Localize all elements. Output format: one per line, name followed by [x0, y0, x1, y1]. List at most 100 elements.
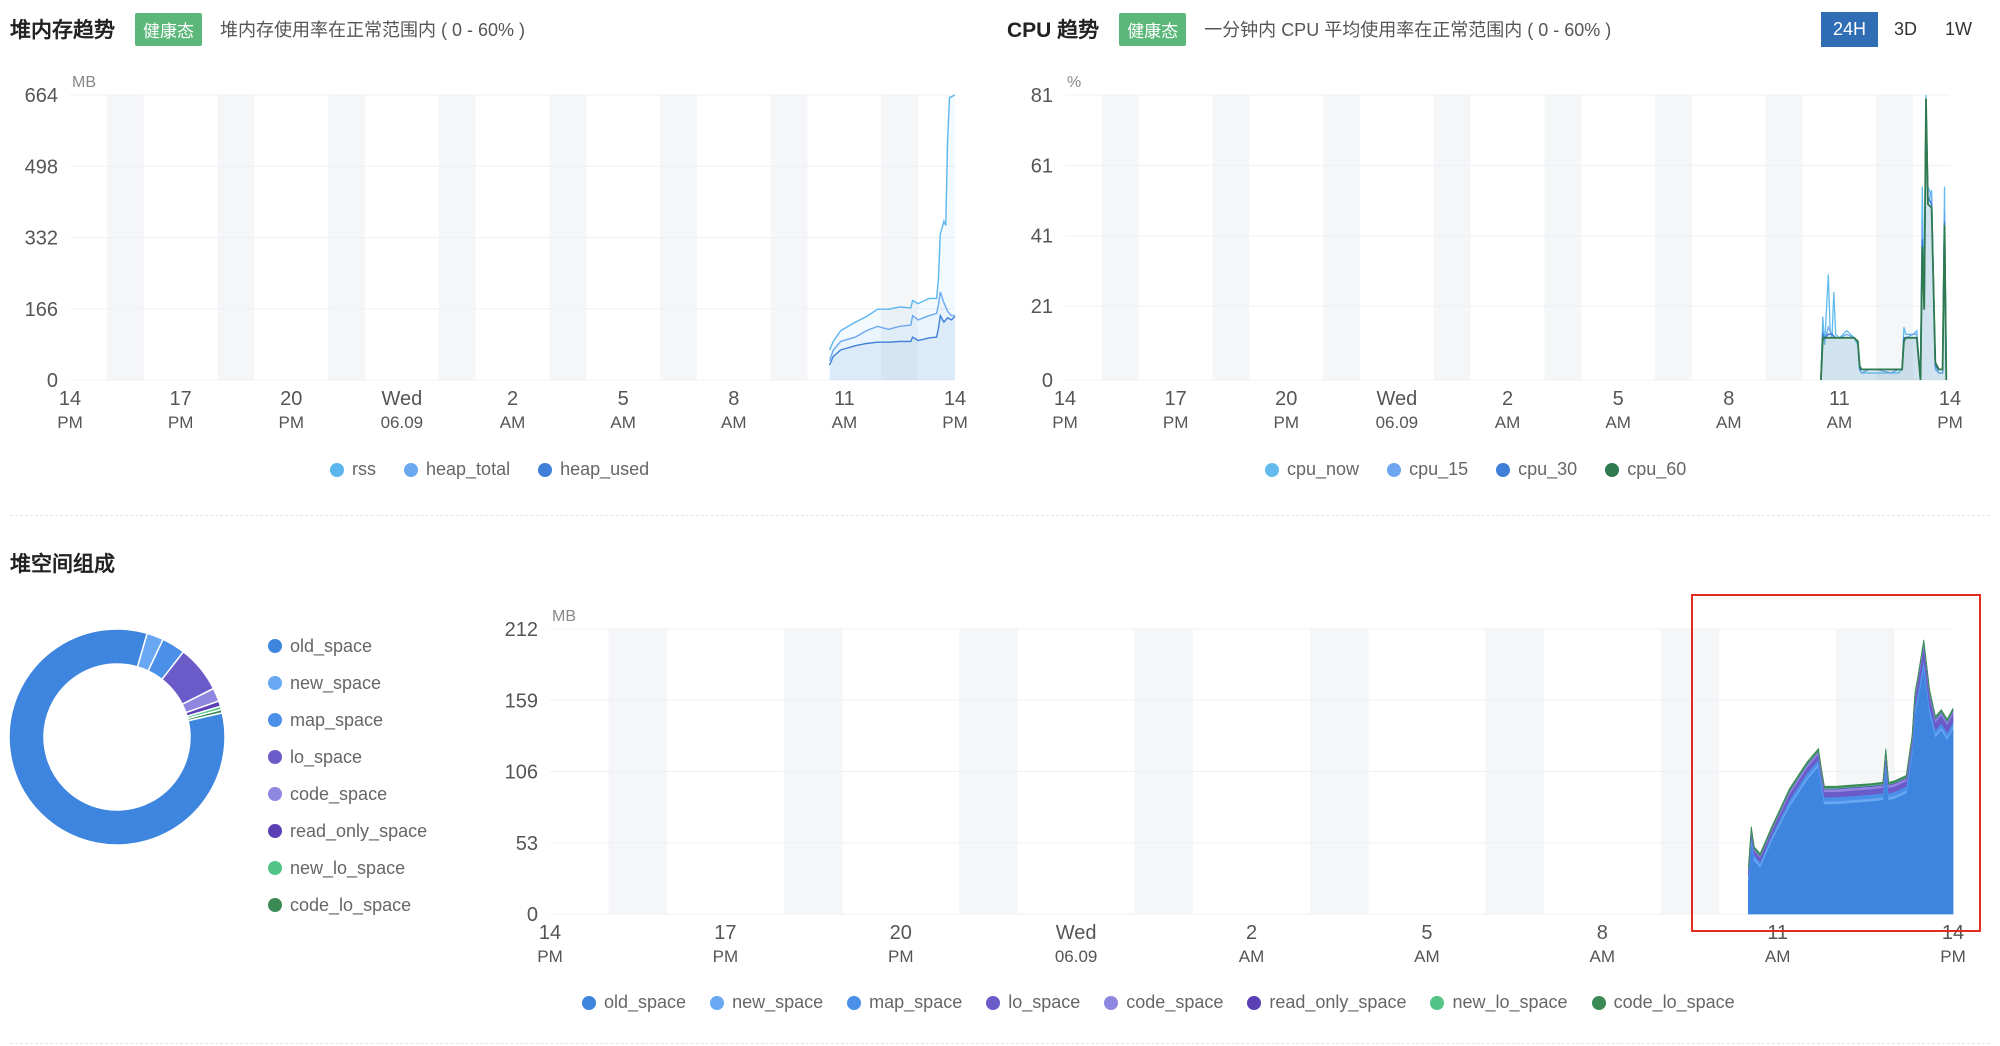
legend-item-cpu-60[interactable]: cpu_60	[1605, 459, 1686, 480]
y-tick-label: 21	[1031, 296, 1053, 318]
pie-legend-new-space[interactable]: new_space	[268, 671, 427, 695]
x-tick-sublabel: PM	[1940, 947, 1966, 966]
x-tick-sublabel: AM	[1414, 947, 1440, 966]
pie-legend-label-code-lo-space: code_lo_space	[290, 894, 412, 915]
x-tick-label: Wed	[1056, 922, 1097, 944]
legend-label-cpu-15: cpu_15	[1409, 459, 1469, 479]
area-legend-code-lo-space[interactable]: code_lo_space	[1591, 992, 1735, 1013]
highlight-annotation-box	[1691, 594, 1981, 932]
pie-legend-dot-new-lo-space	[268, 861, 282, 875]
pie-legend-label-code-space: code_space	[290, 783, 388, 804]
area-legend-label-new-lo-space: new_lo_space	[1452, 992, 1568, 1012]
pie-legend-read-only-space[interactable]: read_only_space	[268, 819, 427, 843]
area-legend-dot-code-space	[1104, 995, 1119, 1010]
area-legend-lo-space[interactable]: lo_space	[986, 992, 1080, 1013]
shade-band	[1101, 95, 1139, 380]
x-tick-sublabel: 06.09	[1055, 947, 1098, 966]
x-tick-sublabel: PM	[713, 947, 739, 966]
area-legend-dot-code-lo-space	[1591, 995, 1606, 1010]
y-tick-label: 81	[1031, 85, 1053, 107]
legend-item-cpu-15[interactable]: cpu_15	[1387, 459, 1468, 480]
legend-item-rss[interactable]: rss	[330, 459, 376, 480]
legend-item-heap-used[interactable]: heap_used	[538, 459, 649, 480]
x-tick-sublabel: AM	[832, 413, 858, 432]
x-tick-sublabel: PM	[1937, 413, 1963, 432]
x-tick-sublabel: AM	[1495, 413, 1521, 432]
x-tick-label: 14	[1054, 388, 1076, 410]
area-legend-new-lo-space[interactable]: new_lo_space	[1430, 992, 1568, 1013]
x-tick-label: 5	[1421, 922, 1432, 944]
heap-space-donut-legend: old_space new_space map_space lo_space c…	[268, 634, 427, 917]
shade-band	[1433, 95, 1471, 380]
x-tick-sublabel: AM	[1716, 413, 1742, 432]
time-range-selector: 24H 3D 1W	[1820, 12, 1984, 47]
pie-legend-dot-code-lo-space	[268, 898, 282, 912]
area-legend-label-code-space: code_space	[1126, 992, 1224, 1012]
range-24h-button[interactable]: 24H	[1820, 12, 1878, 47]
legend-label-cpu-now: cpu_now	[1287, 459, 1360, 479]
legend-item-cpu-now[interactable]: cpu_now	[1265, 459, 1359, 480]
x-tick-label: 20	[1275, 388, 1297, 410]
x-tick-label: 5	[1613, 388, 1624, 410]
area-legend-code-space[interactable]: code_space	[1104, 992, 1223, 1013]
area-legend-map-space[interactable]: map_space	[847, 992, 962, 1013]
area-legend-new-space[interactable]: new_space	[710, 992, 823, 1013]
area-legend-read-only-space[interactable]: read_only_space	[1247, 992, 1406, 1013]
pie-legend-dot-new-space	[268, 676, 282, 690]
area-legend-dot-read-only-space	[1247, 995, 1262, 1010]
x-tick-sublabel: AM	[610, 413, 636, 432]
y-tick-label: 332	[25, 228, 58, 250]
section-divider-top	[10, 515, 1990, 516]
legend-dot-cpu-now	[1265, 462, 1279, 477]
x-tick-sublabel: 06.09	[381, 413, 424, 432]
pie-legend-label-map-space: map_space	[290, 709, 384, 730]
range-1w-button[interactable]: 1W	[1933, 12, 1984, 47]
x-tick-label: 8	[1597, 922, 1608, 944]
x-tick-label: Wed	[1376, 388, 1417, 410]
legend-label-heap-used: heap_used	[560, 459, 650, 479]
legend-item-cpu-30[interactable]: cpu_30	[1496, 459, 1577, 480]
legend-dot-heap-total	[404, 462, 418, 477]
y-tick-label: 53	[516, 833, 538, 855]
x-tick-sublabel: PM	[1274, 413, 1300, 432]
pie-legend-map-space[interactable]: map_space	[268, 708, 427, 732]
x-tick-label: 20	[890, 922, 912, 944]
shade-band	[1655, 95, 1692, 380]
legend-label-cpu-30: cpu_30	[1518, 459, 1578, 479]
range-3d-button[interactable]: 3D	[1882, 12, 1929, 47]
legend-item-heap-total[interactable]: heap_total	[404, 459, 510, 480]
x-tick-sublabel: PM	[888, 947, 914, 966]
y-tick-label: 41	[1031, 226, 1053, 248]
pie-legend-code-space[interactable]: code_space	[268, 782, 427, 806]
x-tick-label: 8	[1723, 388, 1734, 410]
x-tick-sublabel: 06.09	[1376, 413, 1419, 432]
x-tick-label: 14	[539, 922, 561, 944]
y-axis-unit-label: MB	[72, 74, 96, 91]
pie-legend-label-new-space: new_space	[290, 672, 382, 693]
area-legend-label-code-lo-space: code_lo_space	[1613, 992, 1735, 1012]
x-tick-sublabel: AM	[721, 413, 747, 432]
area-legend-dot-lo-space	[986, 995, 1001, 1010]
pie-legend-old-space[interactable]: old_space	[268, 634, 427, 658]
pie-legend-code-lo-space[interactable]: code_lo_space	[268, 893, 427, 917]
area-legend-dot-new-lo-space	[1430, 995, 1445, 1010]
area-legend-label-new-space: new_space	[732, 992, 824, 1012]
y-tick-label: 106	[505, 762, 538, 784]
area-legend-label-map-space: map_space	[869, 992, 963, 1012]
heap-memory-header: 堆内存趋势 健康态 堆内存使用率在正常范围内 ( 0 - 60% )	[10, 12, 525, 46]
x-tick-sublabel: AM	[1605, 413, 1631, 432]
cpu-chart: 0 21 41 61 81% 14 PM 17 PM 20 PM Wed 06.09 2 AM 5 AM 8 AM 1…	[1031, 74, 1963, 432]
area-legend-dot-new-space	[710, 995, 725, 1010]
x-tick-label: 14	[59, 388, 81, 410]
pie-legend-new-lo-space[interactable]: new_lo_space	[268, 856, 427, 880]
legend-label-heap-total: heap_total	[426, 459, 511, 479]
x-tick-label: 2	[1502, 388, 1513, 410]
pie-legend-dot-old-space	[268, 639, 282, 653]
area-legend-old-space[interactable]: old_space	[582, 992, 686, 1013]
y-axis-unit-label: MB	[552, 608, 576, 625]
pie-legend-lo-space[interactable]: lo_space	[268, 745, 427, 769]
heap-space-area-legend: old_space new_space map_space lo_space c…	[582, 992, 1735, 1013]
area-legend-dot-old-space	[582, 995, 596, 1010]
y-tick-label: 61	[1031, 155, 1053, 177]
x-tick-label: 2	[507, 388, 518, 410]
